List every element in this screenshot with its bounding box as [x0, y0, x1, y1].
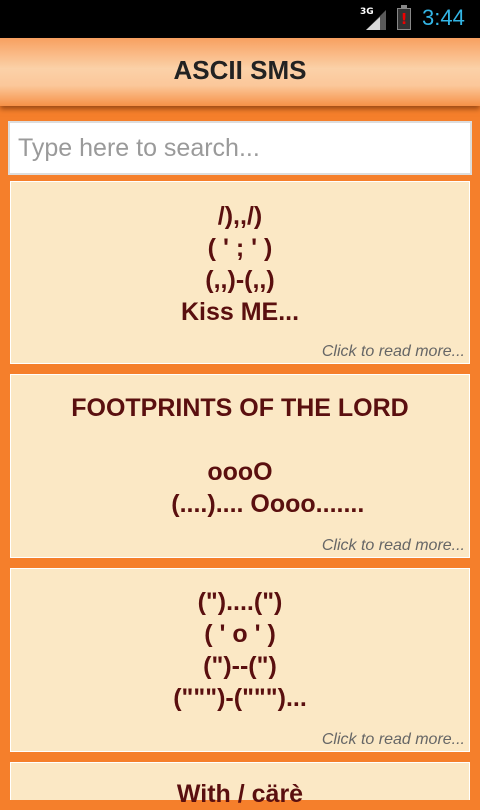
battery-icon: !	[397, 5, 411, 30]
list-item[interactable]: /),,/) ( ' ; ' ) (,,)-(,,) Kiss ME... Cl…	[10, 181, 470, 364]
read-more-link[interactable]: Click to read more...	[322, 731, 465, 749]
sms-preview: /),,/) ( ' ; ' ) (,,)-(,,) Kiss ME...	[180, 202, 300, 326]
battery-alert: !	[400, 10, 408, 28]
read-more-link[interactable]: Click to read more...	[322, 537, 465, 555]
signal-icon: 3G	[358, 7, 388, 31]
sms-preview: With / cärè	[176, 780, 304, 808]
list-item[interactable]: FOOTPRINTS OF THE LORD oooO (....).... O…	[10, 374, 470, 558]
app-title: ASCII SMS	[173, 55, 307, 85]
status-bar: 3G ! 3:44	[0, 0, 480, 38]
clock: 3:44	[422, 5, 465, 30]
search-input[interactable]	[8, 121, 472, 175]
sms-preview: FOOTPRINTS OF THE LORD oooO (....).... O…	[71, 394, 409, 518]
app-bar: ASCII SMS	[0, 38, 480, 106]
read-more-link[interactable]: Click to read more...	[322, 343, 465, 361]
list-item[interactable]: (")....(") ( ' o ' ) (")--(") (""")-("""…	[10, 568, 470, 752]
sms-preview: (")....(") ( ' o ' ) (")--(") (""")-("""…	[173, 588, 307, 712]
list-item[interactable]: With / cärè	[10, 762, 470, 808]
